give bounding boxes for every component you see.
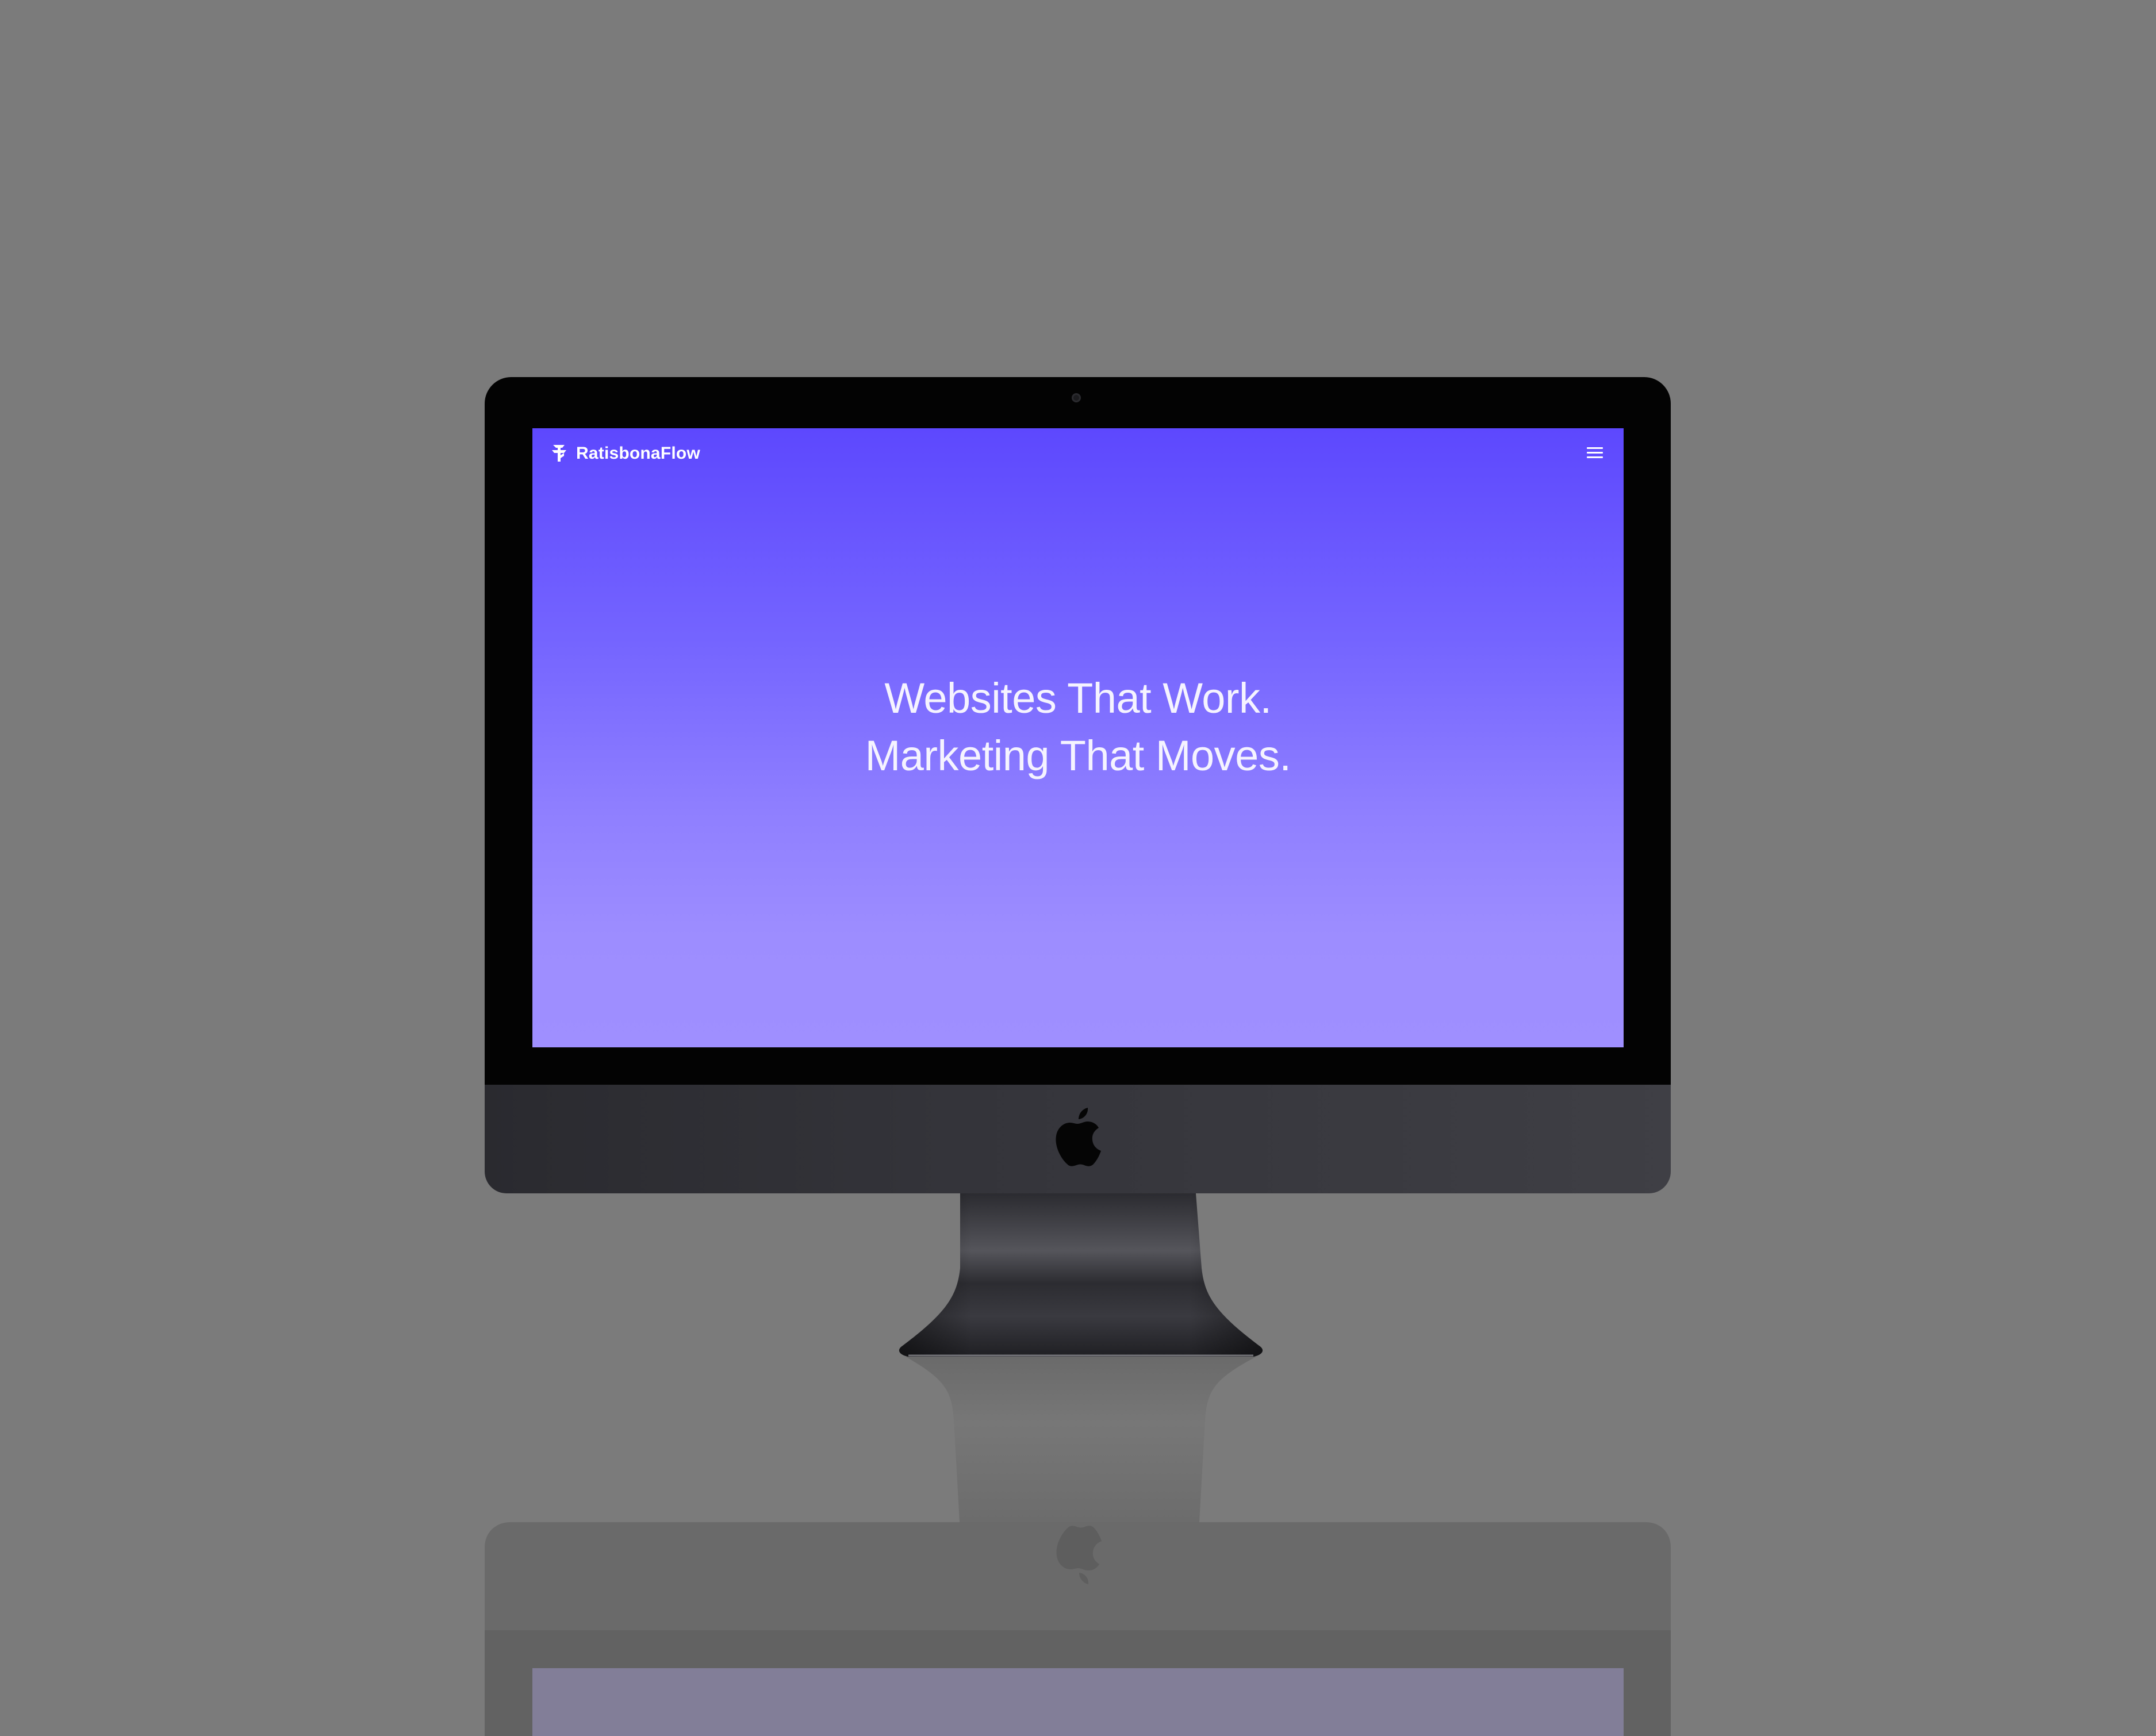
hero-line-2: Marketing That Moves.	[865, 732, 1291, 779]
camera-icon	[1072, 393, 1081, 402]
brand-name[interactable]: RatisbonaFlow	[576, 443, 700, 464]
imac-reflection	[485, 1357, 1671, 1736]
imac-screen: RatisbonaFlow Websites That Work. Market…	[532, 428, 1624, 1047]
hero-headline: Websites That Work. Marketing That Moves…	[532, 670, 1624, 785]
mockup-stage: RatisbonaFlow Websites That Work. Market…	[0, 0, 2156, 1736]
hero-line-1: Websites That Work.	[884, 674, 1272, 722]
ratisbonaflow-logo-icon[interactable]	[551, 443, 568, 463]
hamburger-menu-icon[interactable]	[1587, 445, 1604, 460]
apple-logo-icon	[1056, 1108, 1101, 1166]
imac-stand	[899, 1193, 1263, 1357]
site-header: RatisbonaFlow	[532, 428, 1624, 481]
